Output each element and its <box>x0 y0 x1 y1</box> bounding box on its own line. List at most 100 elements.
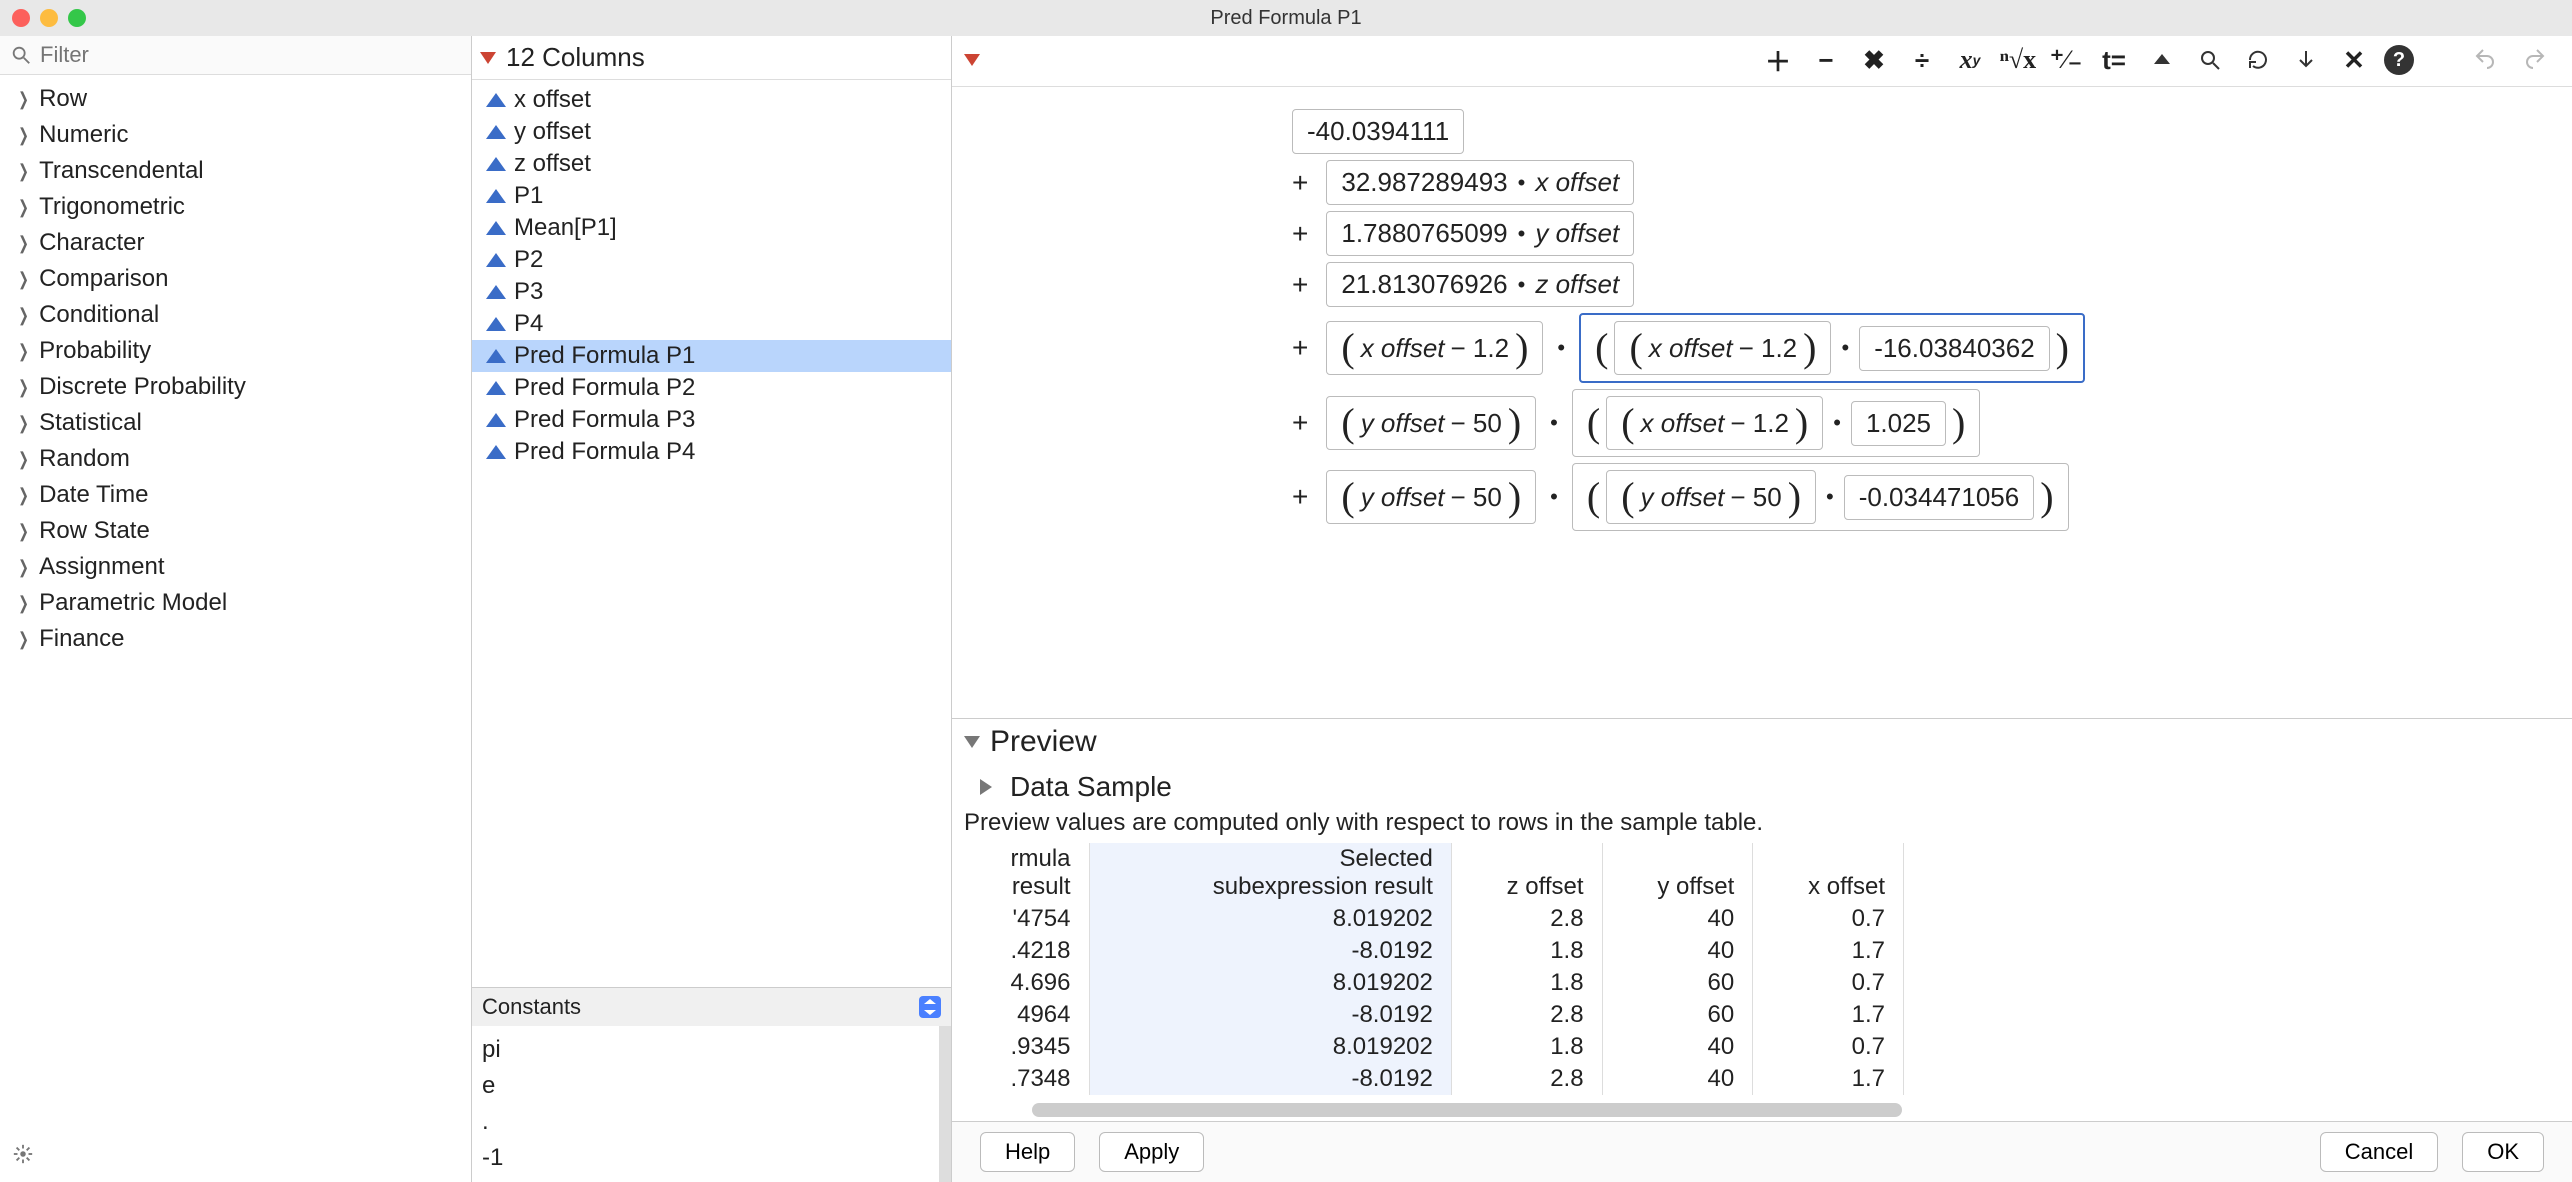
columns-header[interactable]: 12 Columns <box>472 36 951 80</box>
category-item[interactable]: ❯Assignment <box>0 549 471 585</box>
function-button[interactable] <box>2288 42 2324 78</box>
column-label: P2 <box>514 246 543 274</box>
preview-disclosure-icon <box>964 736 980 748</box>
multiply-button[interactable]: ✖ <box>1856 42 1892 78</box>
chevron-right-icon: ❯ <box>18 377 29 398</box>
category-item[interactable]: ❯Conditional <box>0 297 471 333</box>
formula-term[interactable]: ( ( x offset − 1.2 ) • -16.03840362 ) <box>1579 313 2085 383</box>
constant-item[interactable]: e <box>482 1068 929 1104</box>
horizontal-scrollbar[interactable] <box>1032 1103 1902 1117</box>
cell: 40 <box>1602 935 1753 967</box>
formula-term[interactable]: 1.025 <box>1851 401 1946 446</box>
category-item[interactable]: ❯Probability <box>0 333 471 369</box>
table-row[interactable]: 4964-8.01922.8601.7 <box>964 999 1904 1031</box>
datasample-header[interactable]: Data Sample <box>952 765 2572 809</box>
category-item[interactable]: ❯Row <box>0 81 471 117</box>
category-item[interactable]: ❯Comparison <box>0 261 471 297</box>
formula-term[interactable]: ( ( y offset − 50 ) • -0.034471056 ) <box>1572 463 2069 531</box>
assign-button[interactable]: t= <box>2096 42 2132 78</box>
category-item[interactable]: ❯Random <box>0 441 471 477</box>
cell: .4218 <box>964 935 1089 967</box>
table-row[interactable]: .93458.0192021.8400.7 <box>964 1031 1904 1063</box>
category-item[interactable]: ❯Row State <box>0 513 471 549</box>
table-row[interactable]: .4218-8.01921.8401.7 <box>964 935 1904 967</box>
editor-panel: ＋ − ✖ ÷ xy ⁿ√x ⁺⁄₋ t= ✕ ? <box>952 36 2572 1182</box>
help-button[interactable]: Help <box>980 1132 1075 1172</box>
formula-term[interactable]: 1.7880765099 • y offset <box>1326 211 1634 256</box>
category-item[interactable]: ❯Finance <box>0 621 471 657</box>
search-input[interactable] <box>40 42 461 68</box>
redo-button[interactable] <box>2516 42 2552 78</box>
formula-term[interactable]: 21.813076926 • z offset <box>1326 262 1634 307</box>
col-head[interactable]: z offset <box>1451 843 1602 903</box>
formula-term[interactable]: ( x offset − 1.2 ) <box>1326 321 1543 375</box>
ok-button[interactable]: OK <box>2462 1132 2544 1172</box>
column-item[interactable]: y offset <box>472 116 951 148</box>
gear-icon[interactable] <box>12 1143 34 1172</box>
formula-term[interactable]: ( x offset − 1.2 ) <box>1606 396 1823 450</box>
constant-item[interactable]: -1 <box>482 1140 929 1176</box>
column-item[interactable]: Pred Formula P2 <box>472 372 951 404</box>
category-item[interactable]: ❯Date Time <box>0 477 471 513</box>
category-item[interactable]: ❯Transcendental <box>0 153 471 189</box>
peel-button[interactable] <box>2144 42 2180 78</box>
table-row[interactable]: '47548.0192022.8400.7 <box>964 903 1904 935</box>
help-icon-button[interactable]: ? <box>2384 45 2414 75</box>
apply-button[interactable]: Apply <box>1099 1132 1204 1172</box>
table-row[interactable]: 4.6968.0192021.8600.7 <box>964 967 1904 999</box>
column-item[interactable]: P2 <box>472 244 951 276</box>
formula-disclosure-icon[interactable] <box>964 54 980 66</box>
column-item[interactable]: Pred Formula P4 <box>472 436 951 468</box>
refresh-button[interactable] <box>2240 42 2276 78</box>
category-item[interactable]: ❯Character <box>0 225 471 261</box>
col-head[interactable]: Selectedsubexpression result <box>1089 843 1451 903</box>
magnify-button[interactable] <box>2192 42 2228 78</box>
column-item[interactable]: Pred Formula P1 <box>472 340 951 372</box>
category-item[interactable]: ❯Statistical <box>0 405 471 441</box>
formula-term[interactable]: ( y offset − 50 ) <box>1606 470 1816 524</box>
cancel-button[interactable]: Cancel <box>2320 1132 2438 1172</box>
divide-button[interactable]: ÷ <box>1904 42 1940 78</box>
formula-term[interactable]: -0.034471056 <box>1844 475 2034 520</box>
power-button[interactable]: xy <box>1952 42 1988 78</box>
cell: .7348 <box>964 1063 1089 1095</box>
root-button[interactable]: ⁿ√x <box>2000 42 2036 78</box>
category-label: Comparison <box>39 265 168 293</box>
negate-button[interactable]: ⁺⁄₋ <box>2048 42 2084 78</box>
category-item[interactable]: ❯Numeric <box>0 117 471 153</box>
formula-term[interactable]: -40.0394111 <box>1292 109 1464 154</box>
constant-item[interactable]: . <box>482 1104 929 1140</box>
formula-term[interactable]: ( y offset − 50 ) <box>1326 396 1536 450</box>
column-item[interactable]: P1 <box>472 180 951 212</box>
category-item[interactable]: ❯Parametric Model <box>0 585 471 621</box>
columns-panel: 12 Columns x offsety offsetz offsetP1Mea… <box>472 36 952 1182</box>
preview-header[interactable]: Preview <box>952 719 2572 765</box>
add-button[interactable]: ＋ <box>1760 42 1796 78</box>
col-head[interactable]: y offset <box>1602 843 1753 903</box>
formula-term[interactable]: ( y offset − 50 ) <box>1326 470 1536 524</box>
category-label: Discrete Probability <box>39 373 246 401</box>
cell: 0.7 <box>1753 967 1904 999</box>
subtract-button[interactable]: − <box>1808 42 1844 78</box>
col-head[interactable]: x offset <box>1753 843 1904 903</box>
formula-area[interactable]: -40.0394111+32.987289493 • x offset+1.78… <box>952 87 2572 718</box>
column-item[interactable]: Mean[P1] <box>472 212 951 244</box>
column-item[interactable]: x offset <box>472 84 951 116</box>
column-item[interactable]: Pred Formula P3 <box>472 404 951 436</box>
category-item[interactable]: ❯ Discrete Probability <box>0 369 471 405</box>
preview-title: Preview <box>990 725 1097 759</box>
formula-term[interactable]: -16.03840362 <box>1859 326 2049 371</box>
formula-term[interactable]: 32.987289493 • x offset <box>1326 160 1634 205</box>
table-row[interactable]: .7348-8.01922.8401.7 <box>964 1063 1904 1095</box>
undo-button[interactable] <box>2468 42 2504 78</box>
category-item[interactable]: ❯Trigonometric <box>0 189 471 225</box>
delete-button[interactable]: ✕ <box>2336 42 2372 78</box>
col-head[interactable]: rmularesult <box>964 843 1089 903</box>
constant-item[interactable]: pi <box>482 1032 929 1068</box>
formula-term[interactable]: ( ( x offset − 1.2 ) • 1.025 ) <box>1572 389 1980 457</box>
formula-term[interactable]: ( x offset − 1.2 ) <box>1614 321 1831 375</box>
column-item[interactable]: P4 <box>472 308 951 340</box>
constants-stepper[interactable] <box>919 996 941 1018</box>
column-item[interactable]: P3 <box>472 276 951 308</box>
column-item[interactable]: z offset <box>472 148 951 180</box>
